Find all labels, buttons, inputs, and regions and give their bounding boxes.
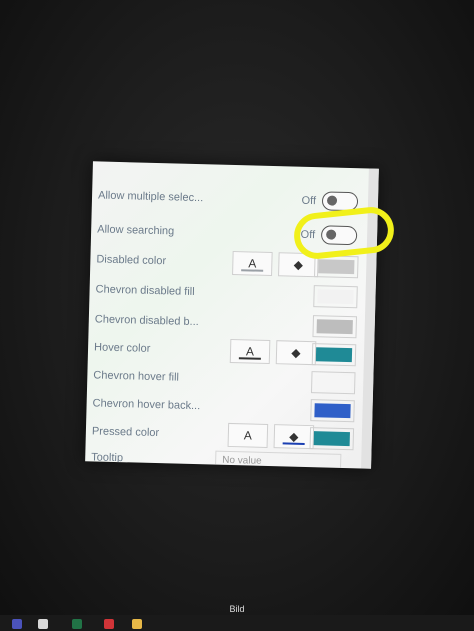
- swatch-color: [317, 289, 354, 305]
- label-chevron-disabled-background: Chevron disabled b...: [94, 313, 199, 329]
- taskbar: [0, 615, 474, 631]
- chevron-hover-background-swatch[interactable]: [310, 399, 355, 423]
- pressed-color-swatch[interactable]: [309, 427, 355, 451]
- swatch-color: [316, 319, 353, 335]
- paint-bucket-icon: ◆: [291, 345, 301, 360]
- disabled-color-swatch[interactable]: [314, 255, 359, 279]
- label-chevron-disabled-fill: Chevron disabled fill: [95, 283, 195, 299]
- label-disabled-color: Disabled color: [96, 253, 167, 268]
- hover-color-swatch[interactable]: [311, 343, 357, 367]
- swatch-color: [313, 431, 350, 447]
- label-allow-searching: Allow searching: [97, 223, 175, 238]
- toggle-knob: [326, 195, 338, 206]
- fill-color-button[interactable]: ◆: [275, 340, 317, 366]
- fill-color-underline: [282, 442, 305, 445]
- swatch-color: [315, 375, 352, 391]
- label-chevron-hover-background: Chevron hover back...: [92, 397, 201, 413]
- paint-bucket-icon: ◆: [293, 257, 304, 272]
- label-chevron-hover-fill: Chevron hover fill: [93, 369, 180, 384]
- properties-panel: Allow multiple selec... Off Allow search…: [85, 161, 379, 469]
- label-tooltip: Tooltip: [91, 451, 124, 465]
- toggle-state-text: Off: [301, 194, 317, 207]
- font-color-button[interactable]: A: [229, 338, 271, 365]
- chevron-disabled-background-swatch[interactable]: [312, 315, 358, 339]
- chevron-disabled-fill-swatch[interactable]: [313, 285, 358, 309]
- row-chevron-disabled-fill: Chevron disabled fill: [89, 277, 376, 310]
- label-hover-color: Hover color: [93, 341, 151, 355]
- folder-icon[interactable]: [132, 619, 142, 629]
- photo-caption: Bild: [229, 604, 245, 614]
- tooltip-input[interactable]: No value: [214, 450, 342, 469]
- label-allow-multiple-selections: Allow multiple selec...: [97, 189, 204, 205]
- font-color-underline: [241, 269, 264, 272]
- font-color-icon: A: [243, 428, 253, 443]
- teams-icon[interactable]: [12, 619, 22, 629]
- fill-color-button[interactable]: ◆: [273, 424, 315, 450]
- app-icon[interactable]: [104, 619, 114, 629]
- chevron-hover-fill-swatch[interactable]: [310, 371, 356, 395]
- font-color-underline: [238, 357, 261, 360]
- font-color-button[interactable]: A: [232, 250, 273, 277]
- excel-icon[interactable]: [72, 619, 82, 629]
- label-pressed-color: Pressed color: [91, 425, 160, 440]
- swatch-color: [314, 403, 351, 419]
- swatch-color: [315, 347, 353, 363]
- search-icon[interactable]: [38, 619, 48, 629]
- swatch-color: [318, 259, 355, 275]
- font-color-button[interactable]: A: [227, 422, 269, 448]
